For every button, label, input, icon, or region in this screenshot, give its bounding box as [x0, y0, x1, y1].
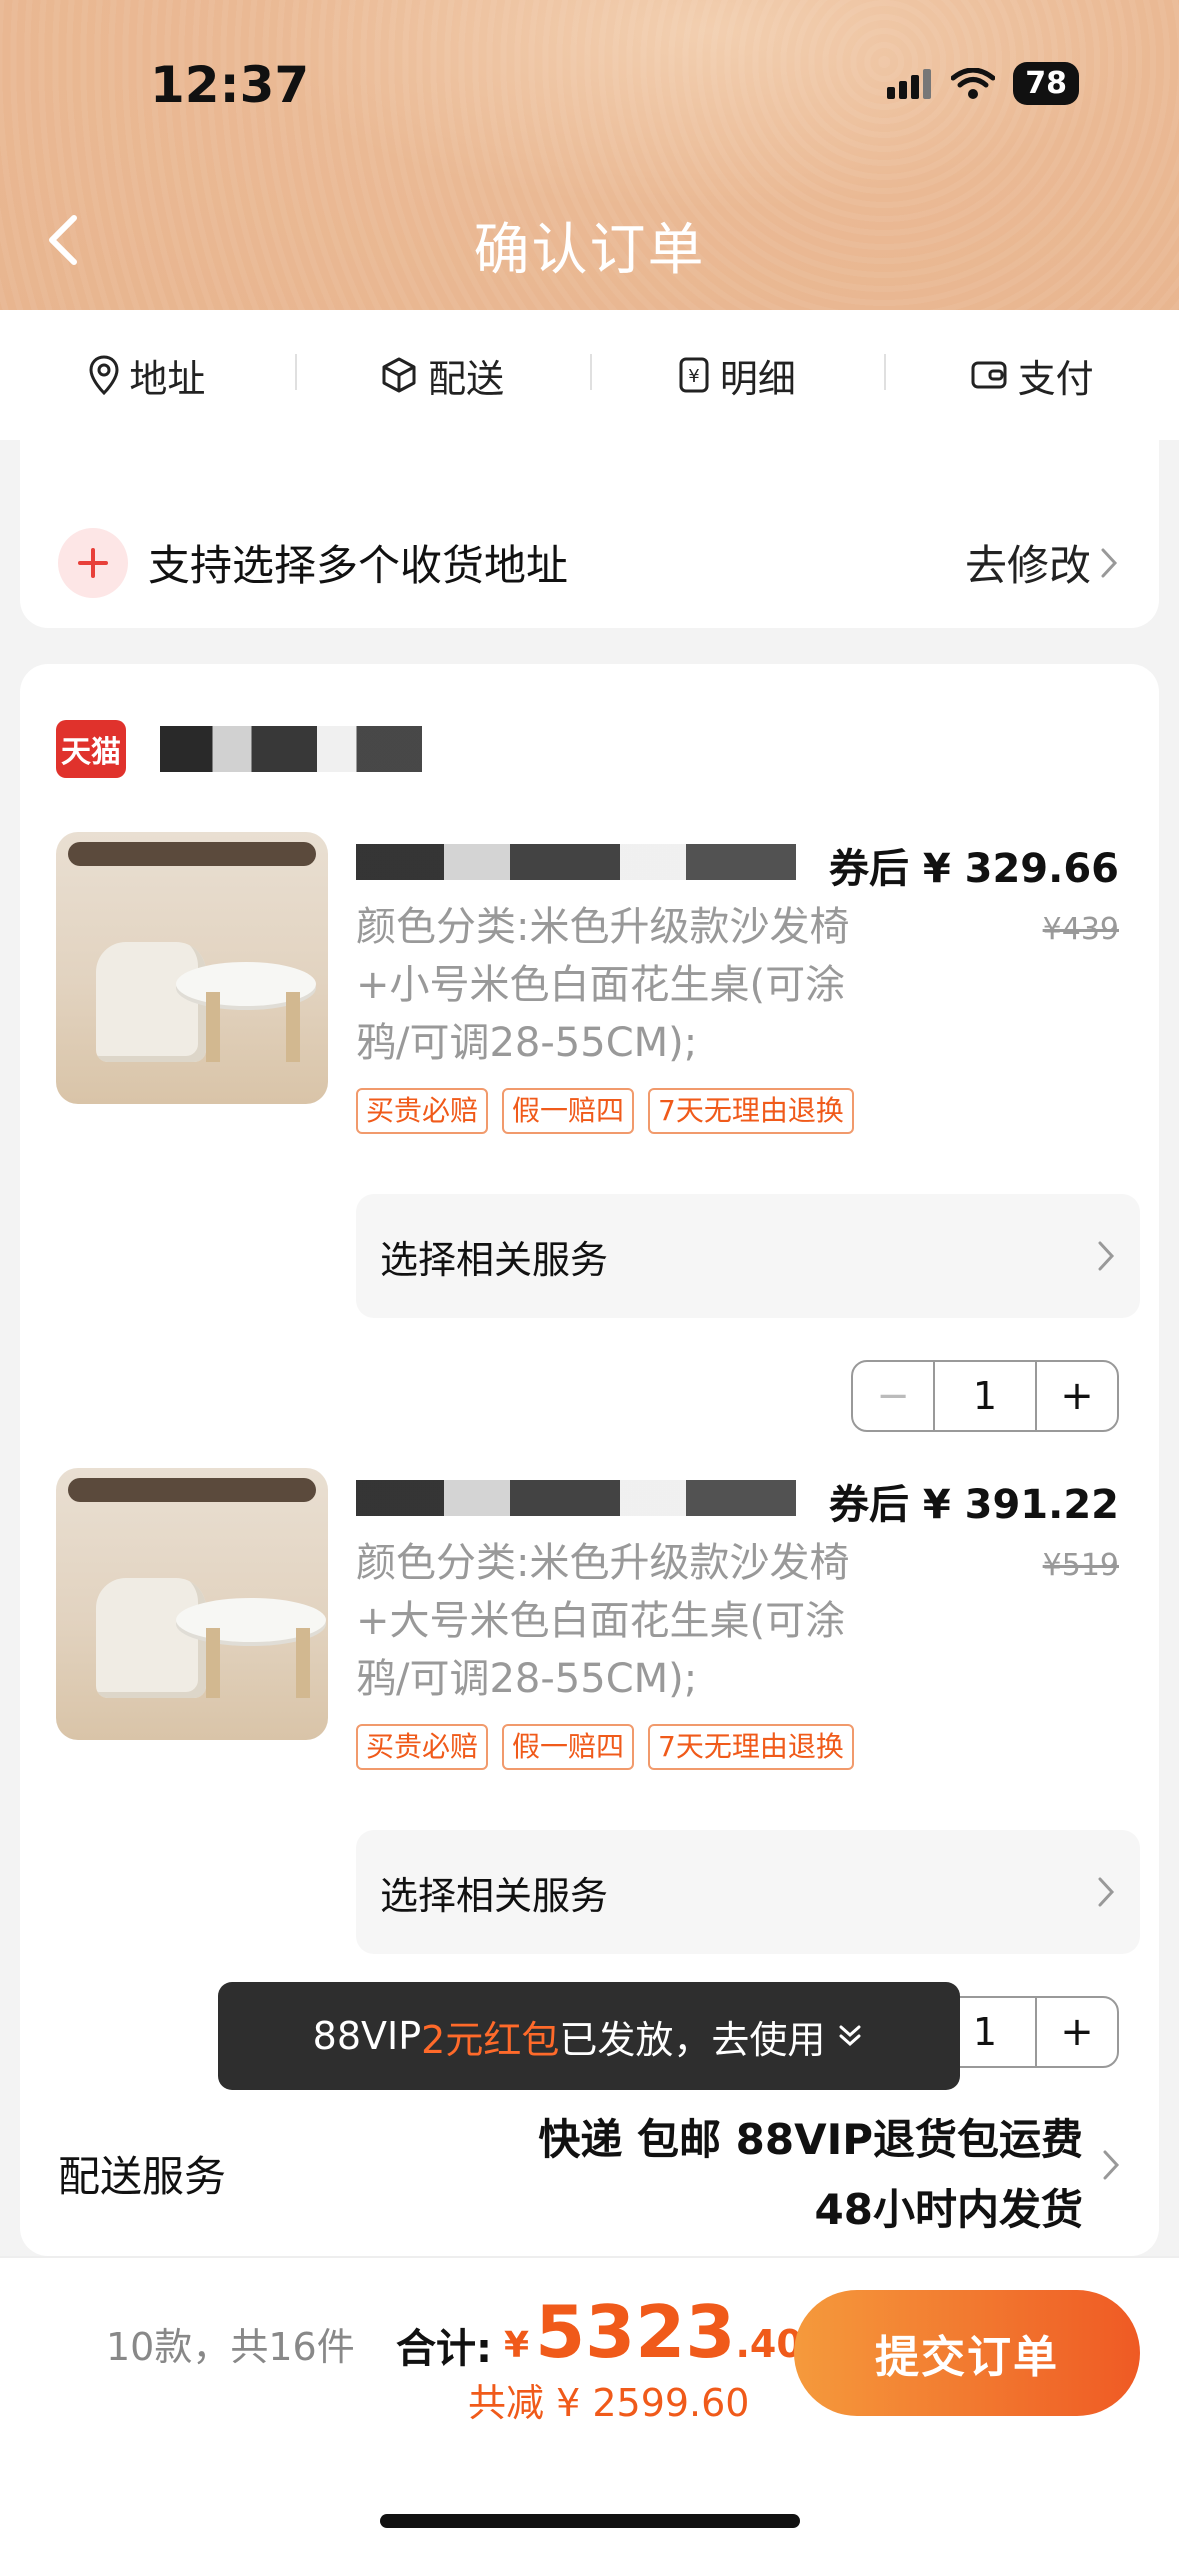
checkout-bar: 10款，共16件 合计: ¥ 5323 .40 共减 ¥ 2599.60 提交订… — [0, 2256, 1179, 2556]
address-card: 支持选择多个收货地址 去修改 — [20, 440, 1159, 628]
submit-order-button[interactable]: 提交订单 — [794, 2290, 1140, 2416]
badge: 7天无理由退换 — [648, 1724, 854, 1770]
original-price: ¥519 — [1042, 1548, 1119, 1583]
coupon-price: 券后 ¥ 329.66 — [828, 846, 1119, 892]
order-item: 券后 ¥ 329.66 ¥439 颜色分类:米色升级款沙发椅+小号米色白面花生桌… — [20, 832, 1159, 1472]
tab-label: 配送 — [428, 356, 505, 401]
guarantee-badges: 买贵必赔 假一赔四 7天无理由退换 — [356, 1088, 854, 1134]
status-time: 12:37 — [150, 56, 310, 114]
coupon-price: 券后 ¥ 391.22 — [828, 1482, 1119, 1528]
quantity-value[interactable]: 1 — [933, 1362, 1037, 1430]
delivery-method[interactable]: 快递 包邮 88VIP退货包运费 — [538, 2106, 1083, 2167]
table-leg — [286, 992, 300, 1062]
double-chevron-down-icon — [839, 2025, 861, 2047]
badge: 买贵必赔 — [356, 1088, 489, 1134]
battery-indicator: 78 — [1013, 62, 1079, 105]
product-spec[interactable]: 颜色分类:米色升级款沙发椅+大号米色白面花生桌(可涂鸦/可调28-55CM); — [356, 1534, 876, 1708]
decrease-button[interactable]: − — [853, 1362, 933, 1430]
chevron-right-icon — [1098, 1241, 1115, 1271]
tab-label: 地址 — [129, 356, 206, 401]
guarantee-badges: 买贵必赔 假一赔四 7天无理由退换 — [356, 1724, 854, 1770]
box-icon — [382, 357, 416, 393]
tab-label: 明细 — [719, 356, 796, 401]
total-saved[interactable]: 共减 ¥ 2599.60 — [468, 2372, 749, 2427]
tab-address[interactable]: 地址 — [0, 348, 295, 403]
chair-illustration — [96, 942, 206, 1062]
chevron-right-icon — [1101, 548, 1118, 577]
delivery-time[interactable]: 48小时内发货 — [815, 2176, 1083, 2237]
modify-address-link[interactable]: 去修改 — [965, 532, 1119, 593]
total-decimal: .40 — [735, 2322, 803, 2366]
service-label: 选择相关服务 — [380, 1237, 609, 1282]
thumbnail-caption — [68, 1478, 316, 1502]
location-pin-icon — [89, 355, 119, 395]
tab-details[interactable]: ¥ 明细 — [589, 348, 885, 403]
quantity-stepper: − 1 + — [851, 1360, 1119, 1432]
product-name-redacted — [356, 1480, 796, 1516]
section-tabs: 地址 配送 ¥ 明细 支付 — [0, 310, 1179, 440]
toast-prefix: 88VIP — [312, 2014, 422, 2058]
currency-symbol: ¥ — [504, 2325, 530, 2366]
select-service-button[interactable]: 选择相关服务 — [356, 1194, 1140, 1318]
product-thumbnail[interactable] — [56, 1468, 328, 1740]
product-spec[interactable]: 颜色分类:米色升级款沙发椅+小号米色白面花生桌(可涂鸦/可调28-55CM); — [356, 898, 876, 1072]
home-indicator[interactable] — [380, 2514, 800, 2528]
wifi-icon — [951, 67, 996, 99]
multi-address-text: 支持选择多个收货地址 — [148, 541, 569, 590]
service-label: 选择相关服务 — [380, 1873, 609, 1918]
table-leg — [206, 992, 220, 1062]
product-thumbnail[interactable] — [56, 832, 328, 1104]
tab-payment[interactable]: 支付 — [884, 348, 1179, 403]
delivery-service-label: 配送服务 — [58, 2152, 227, 2201]
product-name-redacted — [356, 844, 796, 880]
tmall-logo: 天猫 — [56, 720, 126, 778]
increase-button[interactable]: + — [1037, 1362, 1117, 1430]
total-amount: ¥ 5323 .40 — [504, 2290, 803, 2374]
tab-delivery[interactable]: 配送 — [294, 348, 590, 403]
status-icons: 78 — [887, 62, 1079, 105]
toast-suffix: 已发放，去使用 — [559, 2017, 826, 2062]
badge: 假一赔四 — [502, 1724, 635, 1770]
wallet-icon — [971, 361, 1007, 389]
select-service-button[interactable]: 选择相关服务 — [356, 1830, 1140, 1954]
signal-icon — [887, 68, 932, 99]
original-price: ¥439 — [1042, 912, 1119, 947]
yen-note-icon: ¥ — [679, 357, 709, 393]
badge: 假一赔四 — [502, 1088, 635, 1134]
thumbnail-caption — [68, 842, 316, 866]
modify-address-label: 去修改 — [964, 541, 1091, 590]
vip-coupon-toast[interactable]: 88VIP 2元红包 已发放，去使用 — [218, 1982, 960, 2090]
page-title: 确认订单 — [473, 218, 706, 283]
add-address-icon[interactable] — [58, 528, 128, 598]
toast-highlight: 2元红包 — [421, 2017, 560, 2062]
increase-button[interactable]: + — [1037, 1998, 1117, 2066]
tab-label: 支付 — [1017, 356, 1094, 401]
total-integer: 5323 — [535, 2290, 736, 2374]
table-leg — [206, 1628, 220, 1698]
item-count: 10款，共16件 — [106, 2325, 355, 2369]
total-label: 合计: — [396, 2326, 492, 2372]
store-name-redacted — [160, 726, 422, 772]
chevron-right-icon — [1098, 1877, 1115, 1907]
table-leg — [296, 1628, 310, 1698]
chevron-right-icon[interactable] — [1101, 2148, 1121, 2182]
svg-text:¥: ¥ — [688, 366, 699, 387]
badge: 7天无理由退换 — [648, 1088, 854, 1134]
chair-illustration — [96, 1578, 206, 1698]
badge: 买贵必赔 — [356, 1724, 489, 1770]
